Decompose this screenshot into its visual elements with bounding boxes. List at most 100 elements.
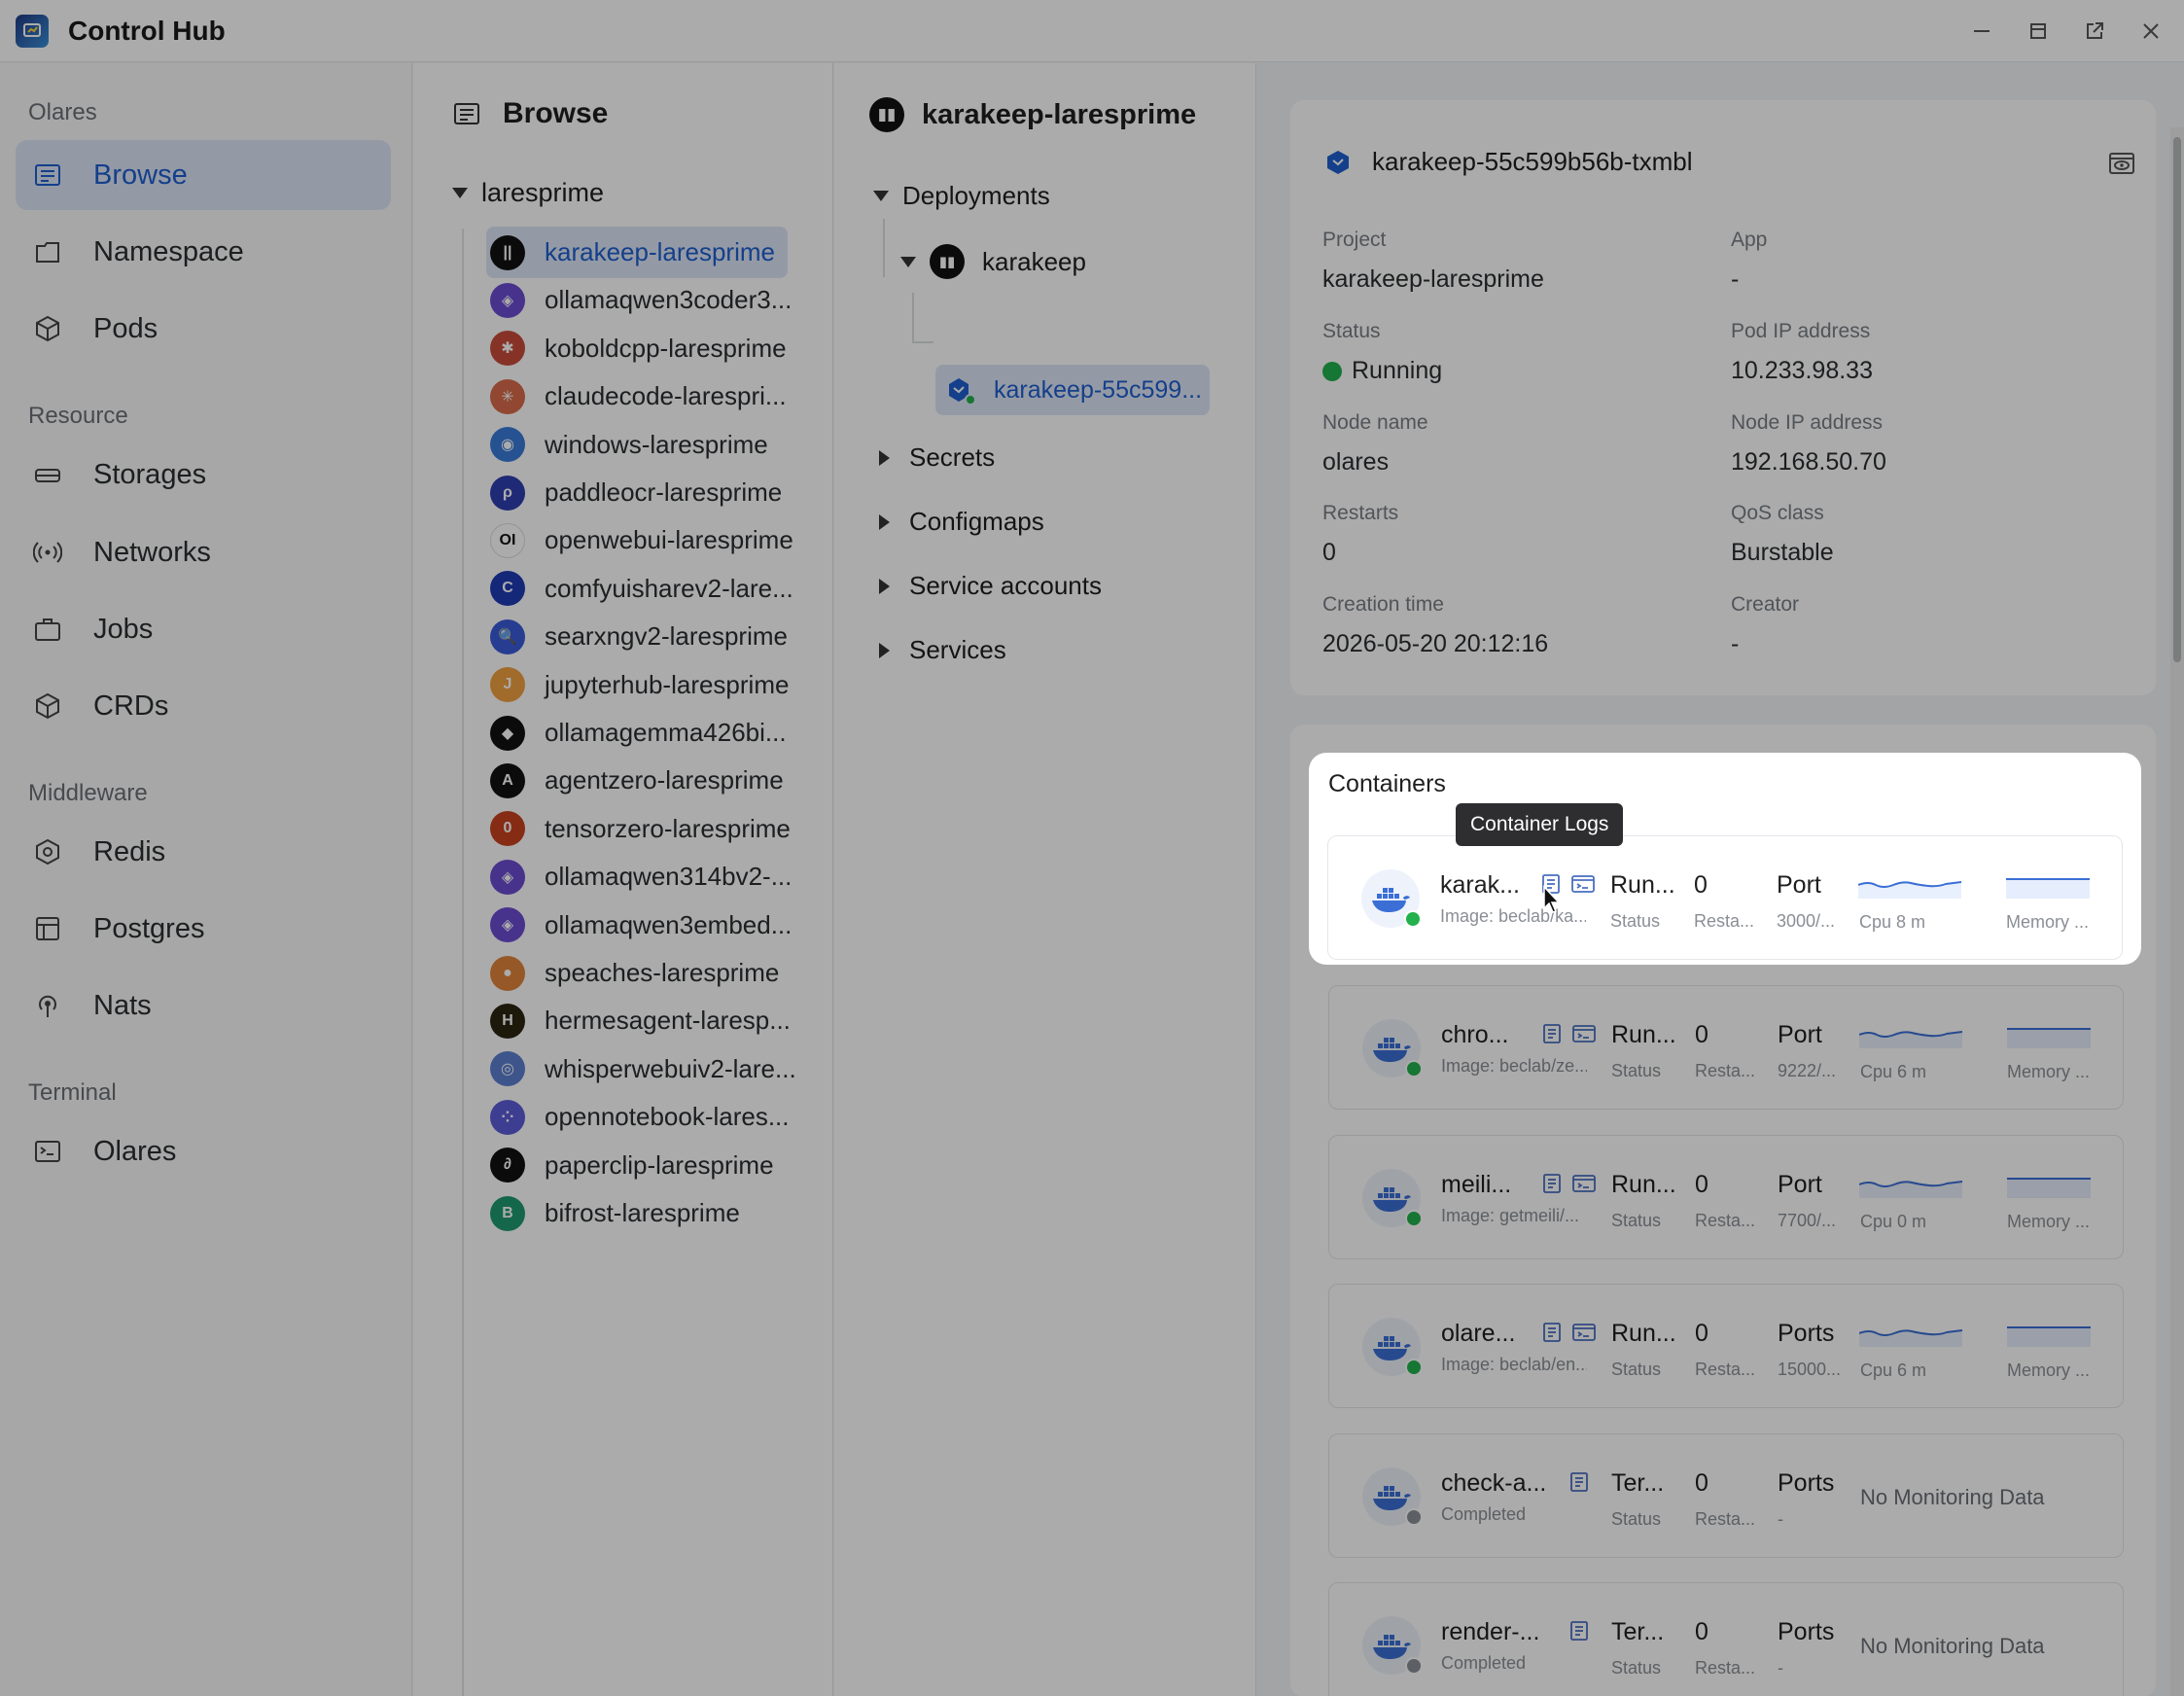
app-icon: C — [490, 571, 525, 607]
app-logo-icon — [16, 14, 49, 48]
sidebar-item-label: Olares — [93, 1135, 177, 1167]
scrollbar-thumb[interactable] — [2173, 137, 2181, 662]
sidebar-item-redis[interactable]: Redis — [16, 817, 391, 887]
container-row[interactable]: karak... Image: beclab/ka... Run... Status 0… — [1327, 835, 2123, 960]
tree-configmaps[interactable]: Configmaps — [879, 507, 1044, 537]
caret-right-icon — [879, 513, 890, 530]
app-item[interactable]: Bbifrost-laresprime — [486, 1187, 788, 1239]
close-icon[interactable] — [2131, 12, 2170, 51]
sidebar-item-jobs[interactable]: Jobs — [16, 594, 391, 664]
view-yaml-icon[interactable] — [2107, 149, 2136, 178]
app-item[interactable]: Jjupyterhub-laresprime — [486, 659, 789, 711]
sidebar-item-olares-terminal[interactable]: Olares — [16, 1116, 391, 1186]
app-item[interactable]: OI openwebui-laresprime — [486, 514, 793, 566]
app-icon: ✳ — [490, 378, 525, 414]
container-status: Ter... Status — [1611, 1618, 1664, 1678]
logs-icon[interactable] — [1568, 1620, 1591, 1642]
container-row[interactable]: olare... Image: beclab/en... Run... Status 0… — [1328, 1284, 2124, 1408]
sidebar-item-label: Nats — [93, 989, 152, 1021]
logs-icon[interactable] — [1540, 1322, 1564, 1343]
container-cpu-label: Cpu 8 m — [1859, 912, 1926, 932]
tree-services[interactable]: Services — [879, 635, 1006, 665]
minimize-icon[interactable] — [1962, 12, 2001, 51]
sidebar-item-storages[interactable]: Storages — [16, 440, 391, 510]
container-row[interactable]: render-... Completed Ter... Status 0 Resta...… — [1328, 1582, 2124, 1696]
scrollbar[interactable] — [2170, 127, 2184, 1696]
app-item[interactable]: ρ paddleocr-laresprime — [486, 467, 788, 518]
app-item-label: windows-laresprime — [545, 429, 768, 459]
container-name: chro... — [1441, 1021, 1509, 1048]
app-item[interactable]: ◉ windows-laresprime — [486, 419, 788, 471]
deployments-label: Deployments — [902, 181, 1050, 210]
popout-icon[interactable] — [2075, 12, 2114, 51]
logs-icon[interactable] — [1540, 1023, 1564, 1044]
container-restarts: 0 Resta... — [1695, 1469, 1755, 1530]
app-item[interactable]: ◈ ollamaqwen314bv2-... — [486, 851, 792, 902]
memory-sparkline — [2006, 878, 2090, 899]
logs-icon[interactable] — [1568, 1471, 1591, 1493]
sidebar-item-namespace[interactable]: Namespace — [16, 217, 391, 287]
sidebar-item-browse[interactable]: Browse — [16, 140, 391, 210]
tree-deployment-karakeep[interactable]: ▮▮ karakeep — [900, 244, 1086, 279]
container-status-dot — [1405, 1657, 1423, 1675]
sidebar-item-nats[interactable]: Nats — [16, 971, 391, 1041]
app-item[interactable]: ◈ ollamaqwen3coder3... — [486, 274, 792, 326]
app-item-label: claudecode-larespri... — [545, 381, 787, 411]
terminal-icon[interactable] — [1571, 873, 1595, 895]
tree-secrets[interactable]: Secrets — [879, 442, 995, 473]
status-dot — [1322, 361, 1342, 381]
container-row[interactable]: meili... Image: getmeili/... Run... Status 0… — [1328, 1134, 2124, 1259]
crds-icon — [31, 689, 64, 723]
app-item[interactable]: ∂ paperclip-laresprime — [486, 1140, 788, 1191]
tree-pod-karakeep[interactable]: karakeep-55c599... — [935, 365, 1210, 415]
app-item[interactable]: ⁘ opennotebook-lares... — [486, 1091, 790, 1143]
app-item[interactable]: ◆ ollamagemma426bi... — [486, 707, 788, 759]
container-restarts-label: Resta... — [1694, 911, 1755, 931]
tree-root-laresprime[interactable]: laresprime — [452, 178, 604, 208]
container-row[interactable]: chro... Image: beclab/ze... Run... Status 0 R… — [1328, 985, 2124, 1110]
terminal-icon[interactable] — [1572, 1322, 1596, 1343]
app-item[interactable]: 🔍 searxngv2-laresprime — [486, 611, 788, 662]
terminal-icon[interactable] — [1572, 1173, 1596, 1194]
redis-icon — [31, 835, 64, 868]
container-status: Run... Status — [1610, 871, 1675, 932]
container-restarts: 0 Resta... — [1695, 1320, 1755, 1380]
container-image: Image: beclab/ka... — [1440, 906, 1586, 926]
container-cpu: Cpu 8 m — [1859, 912, 1925, 933]
field-value: 2026-05-20 20:12:16 — [1322, 630, 1549, 657]
app-item[interactable]: Hhermesagent-laresp... — [486, 995, 791, 1046]
pod-icon — [1327, 150, 1349, 174]
logs-icon[interactable] — [1540, 1173, 1564, 1194]
container-row[interactable]: check-a... Completed Ter... Status 0 Resta...… — [1328, 1432, 2124, 1558]
app-item[interactable]: ◈ ollamaqwen3embed... — [486, 900, 792, 951]
sidebar-item-networks[interactable]: Networks — [16, 517, 391, 587]
container-cpu-label: Cpu 6 m — [1860, 1360, 1927, 1380]
app-item[interactable]: ◎ whisperwebuiv2-lare... — [486, 1043, 796, 1095]
container-cpu: Cpu 6 m — [1860, 1062, 1926, 1082]
app-item-label: paperclip-laresprime — [545, 1149, 774, 1180]
tree-service-accounts[interactable]: Service accounts — [879, 571, 1102, 601]
field-value: 10.233.98.33 — [1731, 357, 1873, 384]
sidebar-item-label: Networks — [93, 536, 211, 568]
memory-sparkline — [2007, 1177, 2091, 1198]
terminal-icon[interactable] — [1572, 1023, 1596, 1044]
tree-deployments[interactable]: Deployments — [873, 181, 1050, 211]
sidebar-item-pods[interactable]: Pods — [16, 294, 391, 364]
app-icon: ◈ — [490, 282, 525, 318]
sidebar-item-crds[interactable]: CRDs — [16, 671, 391, 741]
app-item[interactable]: || karakeep-laresprime — [486, 227, 788, 278]
maximize-icon[interactable] — [2019, 12, 2058, 51]
field-project: Project karakeep-laresprime — [1322, 229, 1544, 294]
app-item[interactable]: ● speaches-laresprime — [486, 947, 788, 999]
sidebar-item-postgres[interactable]: Postgres — [16, 894, 391, 964]
pod-info-card: karakeep-55c599b56b-txmbl Project karakee… — [1290, 100, 2156, 695]
app-item[interactable]: Aagentzero-laresprime — [486, 755, 788, 806]
app-item[interactable]: 0 tensorzero-laresprime — [486, 803, 791, 855]
app-item[interactable]: ✳ claudecode-larespri... — [486, 371, 788, 422]
container-image: Image: getmeili/... — [1441, 1205, 1580, 1225]
sidebar-item-label: Storages — [93, 458, 207, 490]
container-ports: Ports 15000... — [1778, 1320, 1841, 1380]
postgres-icon — [31, 912, 64, 945]
app-item[interactable]: Ccomfyuisharev2-lare... — [486, 563, 793, 615]
app-item[interactable]: ✱ koboldcpp-laresprime — [486, 323, 788, 374]
